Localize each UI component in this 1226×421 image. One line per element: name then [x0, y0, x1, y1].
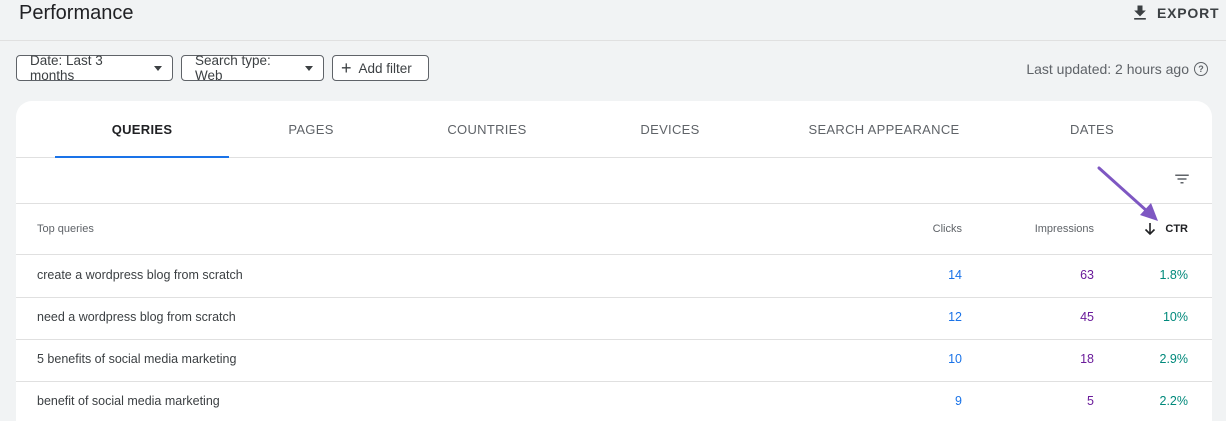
search-type-label: Search type: Web [195, 53, 271, 83]
query-cell: 5 benefits of social media marketing [37, 352, 237, 366]
impressions-cell: 5 [1087, 394, 1094, 408]
table-row[interactable]: benefit of social media marketing 9 5 2.… [16, 381, 1212, 421]
tab-queries[interactable]: QUERIES [55, 101, 229, 158]
query-cell: benefit of social media marketing [37, 394, 220, 408]
table-row[interactable]: 5 benefits of social media marketing 10 … [16, 339, 1212, 382]
date-filter-label: Date: Last 3 months [30, 53, 103, 83]
caret-down-icon [305, 65, 313, 71]
table-header: Top queries Clicks Impressions CTR [16, 204, 1212, 255]
clicks-cell: 14 [948, 268, 962, 282]
ctr-cell: 1.8% [1159, 268, 1189, 282]
impressions-cell: 63 [1080, 268, 1094, 282]
tab-pages[interactable]: PAGES [246, 101, 376, 157]
clicks-cell: 12 [948, 310, 962, 324]
tab-countries[interactable]: COUNTRIES [422, 101, 552, 157]
clicks-cell: 10 [948, 352, 962, 366]
header-clicks[interactable]: Clicks [933, 223, 962, 235]
add-filter-button[interactable]: + Add filter [332, 55, 429, 81]
add-filter-label: Add filter [358, 60, 412, 76]
annotation-arrow-icon [1097, 166, 1158, 221]
tab-devices[interactable]: DEVICES [605, 101, 735, 157]
header-impressions[interactable]: Impressions [1035, 223, 1094, 235]
performance-card: QUERIES PAGES COUNTRIES DEVICES SEARCH A… [16, 101, 1212, 421]
help-circle-icon[interactable]: ? [1194, 62, 1208, 76]
header-top-queries[interactable]: Top queries [37, 223, 94, 235]
export-button[interactable]: EXPORT [1130, 3, 1219, 23]
filter-list-icon[interactable] [1173, 170, 1191, 188]
header-ctr[interactable]: CTR [1165, 223, 1188, 235]
impressions-cell: 45 [1080, 310, 1094, 324]
last-updated: Last updated: 2 hours ago ? [1026, 61, 1208, 77]
table-row[interactable]: need a wordpress blog from scratch 12 45… [16, 297, 1212, 340]
query-cell: create a wordpress blog from scratch [37, 268, 243, 282]
clicks-cell: 9 [955, 394, 962, 408]
filter-bar: Date: Last 3 months Search type: Web + A… [16, 53, 429, 83]
page-title: Performance [19, 2, 134, 24]
impressions-cell: 18 [1080, 352, 1094, 366]
tab-bar: QUERIES PAGES COUNTRIES DEVICES SEARCH A… [16, 101, 1212, 158]
date-filter-chip[interactable]: Date: Last 3 months [16, 53, 173, 83]
ctr-cell: 2.2% [1159, 394, 1189, 408]
tab-dates[interactable]: DATES [1037, 101, 1147, 157]
download-icon [1134, 5, 1146, 20]
table-row[interactable]: create a wordpress blog from scratch 14 … [16, 255, 1212, 298]
table-toolbar [16, 158, 1212, 204]
plus-icon: + [341, 58, 352, 78]
tab-search-appearance[interactable]: SEARCH APPEARANCE [794, 101, 974, 157]
search-type-chip[interactable]: Search type: Web [181, 53, 324, 83]
top-bar: Performance EXPORT [0, 0, 1226, 41]
export-label: EXPORT [1157, 5, 1220, 21]
caret-down-icon [154, 65, 162, 71]
ctr-cell: 10% [1162, 310, 1188, 324]
query-cell: need a wordpress blog from scratch [37, 310, 236, 324]
arrow-down-icon[interactable] [1144, 222, 1156, 236]
ctr-cell: 2.9% [1159, 352, 1189, 366]
last-updated-text: Last updated: 2 hours ago [1026, 61, 1189, 77]
